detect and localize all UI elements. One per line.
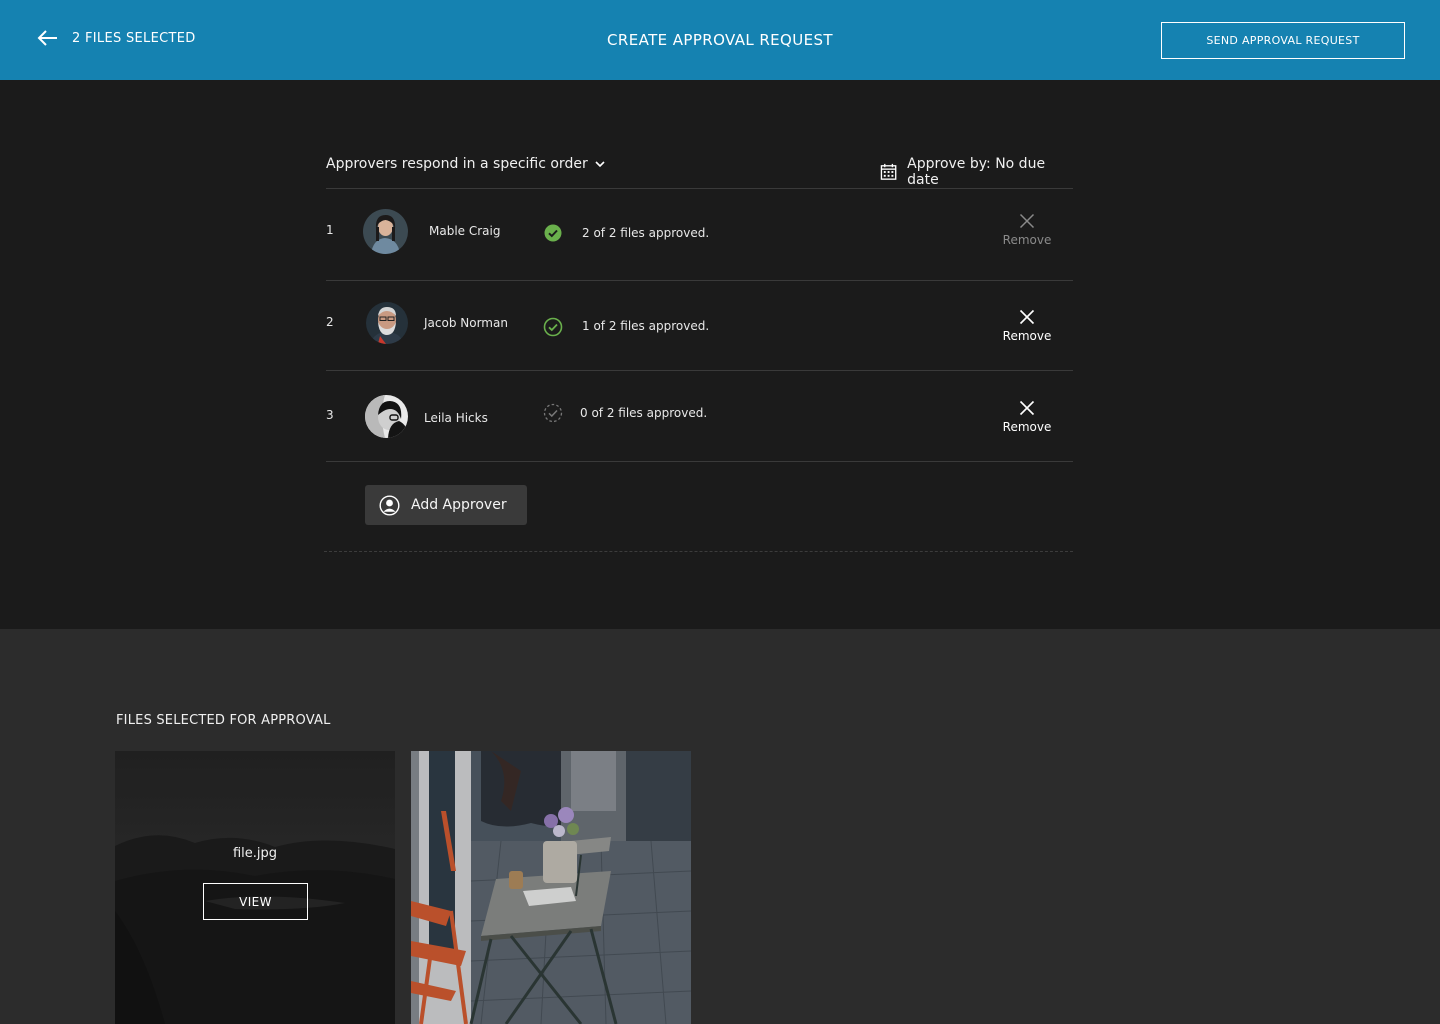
remove-label: Remove xyxy=(1002,420,1052,434)
avatar xyxy=(363,209,408,254)
add-approver-button[interactable]: Add Approver xyxy=(365,485,527,525)
avatar xyxy=(366,302,408,344)
approval-panel: Approvers respond in a specific order Ap… xyxy=(0,80,1440,629)
file-thumbnail[interactable] xyxy=(411,751,691,1024)
file-name: file.jpg xyxy=(232,846,278,861)
files-panel: FILES SELECTED FOR APPROVAL file.jpg VIE… xyxy=(0,629,1440,1024)
close-icon xyxy=(1019,309,1035,325)
approver-order-number: 1 xyxy=(326,223,334,237)
top-bar: 2 FILES SELECTED CREATE APPROVAL REQUEST… xyxy=(0,0,1440,80)
dashed-divider xyxy=(324,551,1073,552)
approver-name: Mable Craig xyxy=(429,224,501,238)
check-circle-outline-icon xyxy=(543,317,563,337)
approver-row: 2 Jacob Norman 1 of 2 files approved. Re… xyxy=(326,281,1073,371)
approver-name: Leila Hicks xyxy=(424,411,488,425)
chevron-down-icon xyxy=(595,161,605,168)
approver-row: 3 Leila Hicks 0 of 2 files approved. Rem… xyxy=(326,371,1073,461)
user-circle-icon xyxy=(379,494,400,516)
calendar-icon xyxy=(880,163,897,180)
file-thumbnail[interactable]: file.jpg VIEW xyxy=(115,751,395,1024)
check-circle-dashed-icon xyxy=(543,403,563,423)
approval-status: 2 of 2 files approved. xyxy=(582,226,710,240)
remove-label: Remove xyxy=(1002,233,1052,247)
approval-status: 0 of 2 files approved. xyxy=(580,406,708,420)
remove-approver-button[interactable]: Remove xyxy=(990,400,1064,434)
remove-approver-button[interactable]: Remove xyxy=(990,309,1064,343)
due-date-picker[interactable]: Approve by: No due date xyxy=(880,156,1073,188)
approver-row: 1 Mable Craig 2 of 2 files approved. Rem… xyxy=(326,189,1073,279)
due-date-label: Approve by: No due date xyxy=(907,156,1046,188)
approver-order-number: 2 xyxy=(326,315,334,329)
view-file-button[interactable]: VIEW xyxy=(203,883,308,920)
approval-order-label: Approvers respond in a specific order xyxy=(326,156,588,172)
close-icon xyxy=(1019,400,1035,416)
approver-name: Jacob Norman xyxy=(424,316,508,330)
approval-order-dropdown[interactable]: Approvers respond in a specific order xyxy=(326,156,606,172)
divider xyxy=(326,461,1073,462)
send-approval-request-button[interactable]: SEND APPROVAL REQUEST xyxy=(1161,22,1405,59)
close-icon xyxy=(1019,213,1035,229)
approval-status: 1 of 2 files approved. xyxy=(582,319,710,333)
remove-label: Remove xyxy=(1002,329,1052,343)
add-approver-label: Add Approver xyxy=(411,497,507,513)
files-heading: FILES SELECTED FOR APPROVAL xyxy=(116,713,331,728)
check-circle-filled-icon xyxy=(544,224,562,242)
remove-approver-button[interactable]: Remove xyxy=(990,213,1064,247)
avatar xyxy=(365,395,408,438)
approver-order-number: 3 xyxy=(326,408,334,422)
